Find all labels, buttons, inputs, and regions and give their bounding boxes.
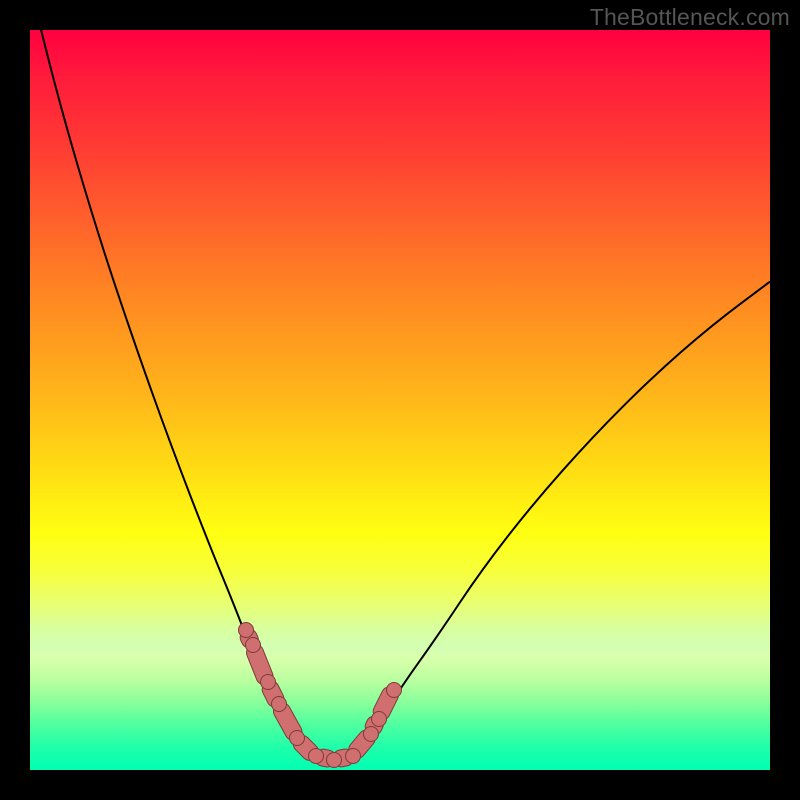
bottleneck-curve bbox=[30, 30, 770, 770]
gpu-marker bbox=[238, 622, 254, 638]
gpu-marker bbox=[371, 711, 387, 727]
gpu-marker bbox=[345, 748, 361, 764]
gpu-marker bbox=[386, 682, 402, 698]
gpu-marker bbox=[260, 674, 276, 690]
chart-area bbox=[30, 30, 770, 770]
watermark-label: TheBottleneck.com bbox=[590, 4, 790, 31]
gpu-marker bbox=[289, 730, 305, 746]
gpu-marker bbox=[308, 748, 324, 764]
